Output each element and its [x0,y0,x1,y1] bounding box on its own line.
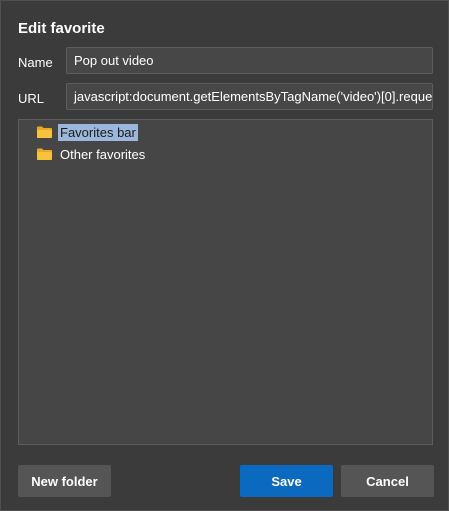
folder-item-favorites-bar[interactable]: Favorites bar [36,122,138,142]
folder-item-other-favorites[interactable]: Other favorites [36,144,147,164]
edit-favorite-dialog: Edit favorite Name Pop out video URL jav… [0,0,449,511]
folder-label: Other favorites [60,146,146,162]
dialog-title: Edit favorite [18,20,105,37]
folder-icon [36,147,53,161]
new-folder-button[interactable]: New folder [18,465,111,497]
folder-icon [36,125,53,139]
name-label: Name [18,55,53,70]
folder-tree[interactable]: Favorites bar Other favorites [18,119,433,445]
url-label: URL [18,91,45,106]
save-button[interactable]: Save [240,465,333,497]
name-input[interactable]: Pop out video [66,47,433,74]
url-input[interactable]: javascript:document.getElementsByTagName… [66,83,433,110]
folder-label: Favorites bar [58,123,138,141]
cancel-button[interactable]: Cancel [341,465,434,497]
